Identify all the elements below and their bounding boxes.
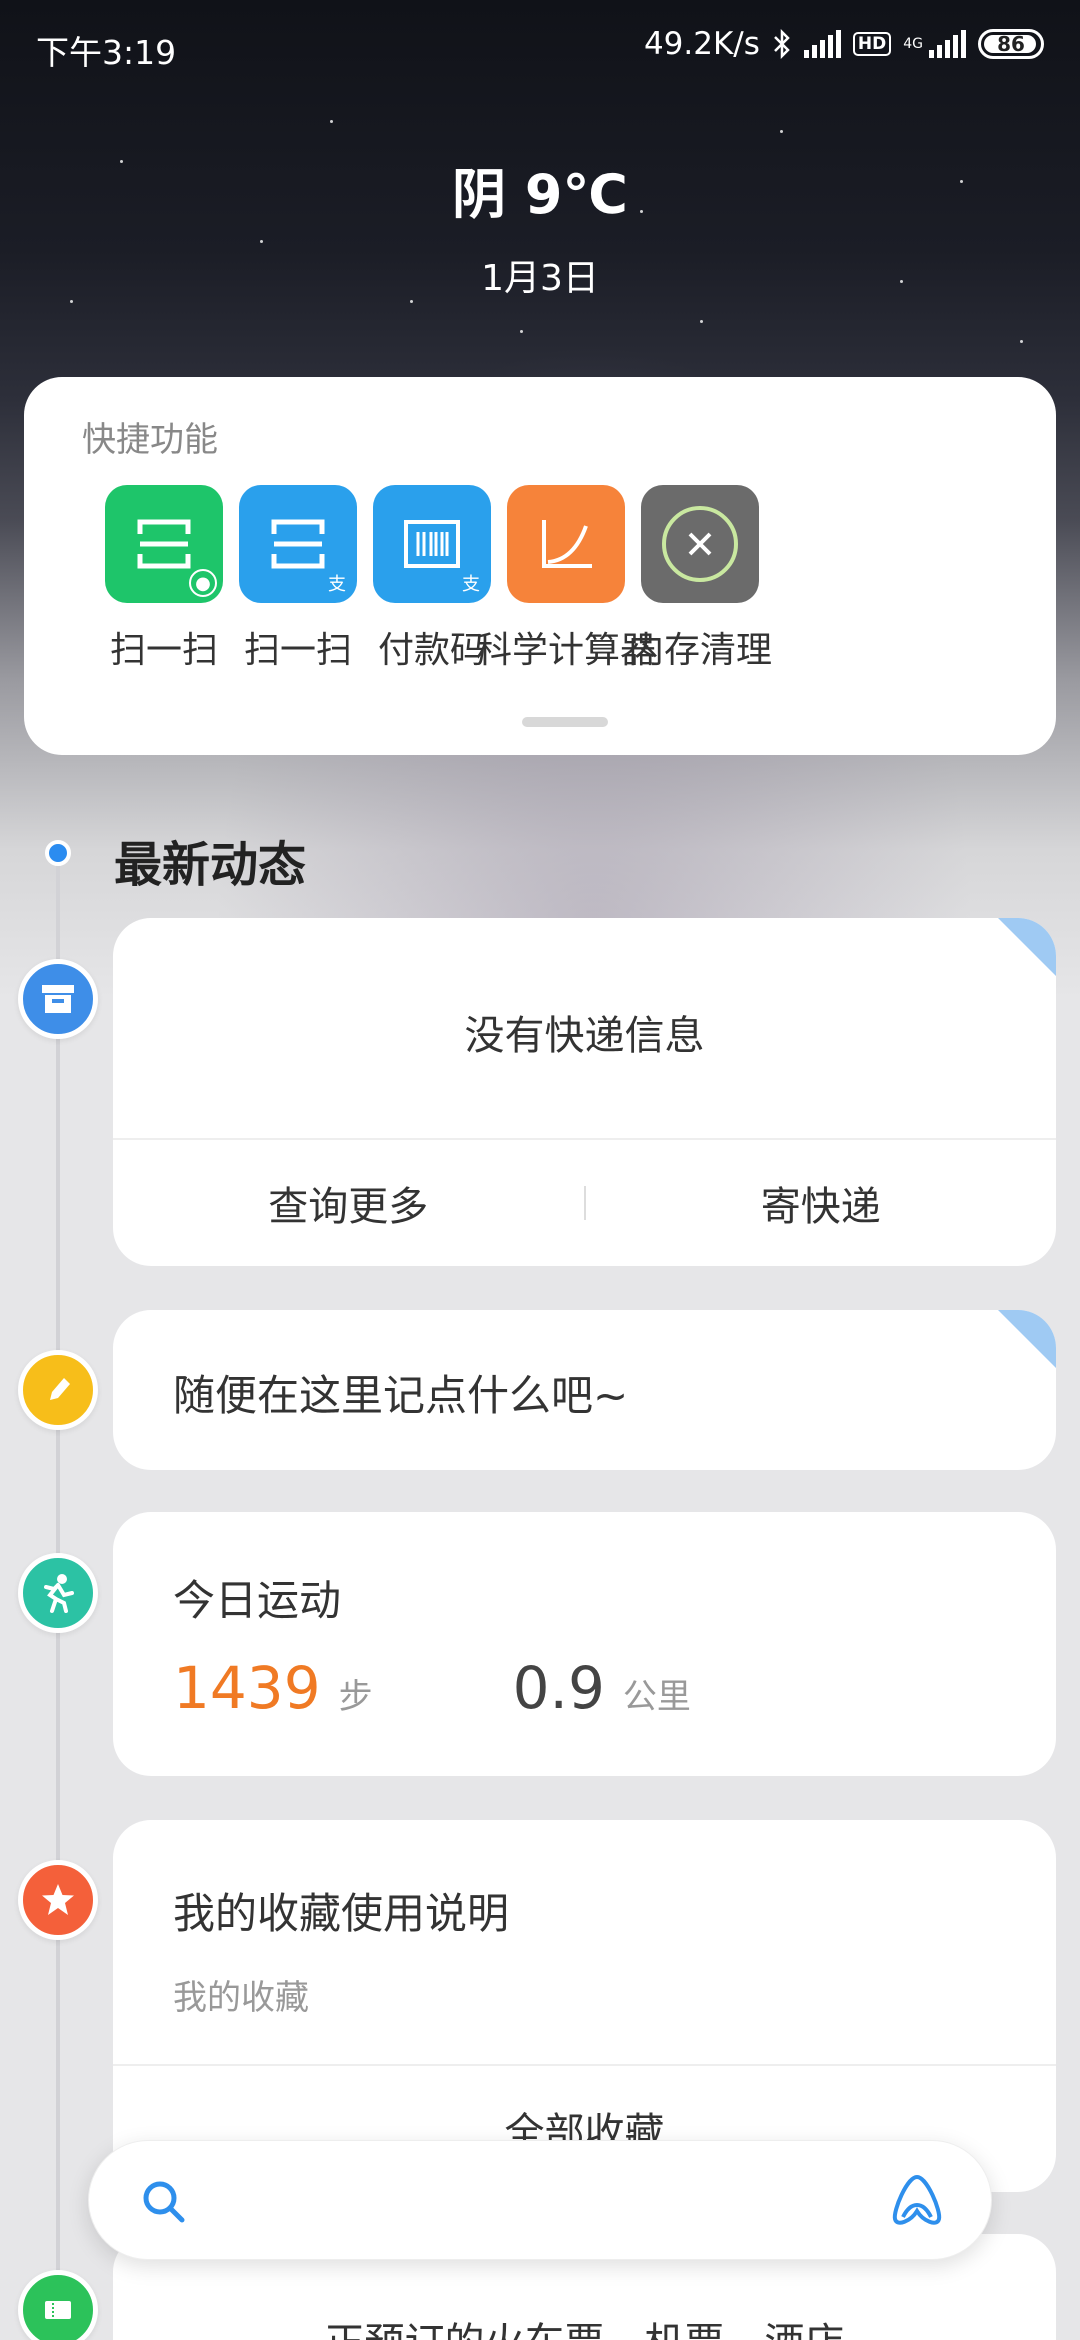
network-type: 4G (903, 36, 923, 52)
bluetooth-icon (774, 29, 790, 59)
star (330, 120, 333, 123)
net-speed: 49.2K/s (643, 26, 760, 62)
search-input[interactable] (199, 2171, 839, 2231)
drag-handle[interactable] (522, 717, 608, 727)
status-time: 下午3:19 (36, 33, 177, 72)
wechat-badge-icon: ● (189, 569, 217, 597)
running-icon (18, 1553, 98, 1633)
query-more-button[interactable]: 查询更多 (113, 1174, 584, 1232)
favorites-card[interactable]: 我的收藏使用说明 我的收藏 全部收藏 (113, 1820, 1056, 2192)
weather-temp: 阴 9℃ (452, 163, 628, 226)
star (520, 330, 523, 333)
distance-unit: 公里 (622, 1677, 691, 1717)
status-icons: 49.2K/s HD 4G 86 (644, 26, 1044, 62)
sport-title: 今日运动 (173, 1576, 342, 1625)
star (700, 320, 703, 323)
express-card: 没有快递信息 查询更多 寄快递 (113, 918, 1056, 1266)
voice-assistant-icon[interactable] (885, 2171, 949, 2231)
express-box-icon (18, 959, 98, 1039)
alipay-scan-icon: 支 (239, 485, 357, 603)
divider (113, 2064, 1056, 2066)
alipay-badge-icon: 支 (462, 574, 480, 595)
note-placeholder: 随便在这里记点什么吧~ (173, 1371, 629, 1420)
sport-stats: 1439 步 0.9 公里 (173, 1654, 691, 1722)
timeline-dot (45, 840, 71, 866)
corner-marker (998, 1310, 1056, 1368)
signal-icon (803, 30, 841, 58)
alipay-paycode-icon: 支 (373, 485, 491, 603)
note-card[interactable]: 随便在这里记点什么吧~ (113, 1310, 1056, 1470)
status-bar: 下午3:19 49.2K/s HD 4G 86 (0, 0, 1080, 95)
corner-marker (998, 918, 1056, 976)
search-icon (143, 2181, 185, 2223)
weather-widget[interactable]: 阴 9℃ 1月3日 (0, 150, 1080, 301)
star (780, 130, 783, 133)
distance-value: 0.9 (512, 1654, 605, 1722)
search-bar[interactable] (88, 2140, 992, 2260)
feed-title: 最新动态 (114, 837, 307, 893)
steps-value: 1439 (173, 1654, 321, 1722)
pencil-icon (18, 1350, 98, 1430)
star (1020, 340, 1023, 343)
calculator-icon (507, 485, 625, 603)
sport-card[interactable]: 今日运动 1439 步 0.9 公里 (113, 1512, 1056, 1776)
signal-icon-2 (929, 30, 966, 58)
star-icon (18, 1860, 98, 1940)
wechat-scan-icon: ● (105, 485, 223, 603)
weather-date: 1月3日 (481, 258, 599, 299)
quick-functions-card: 快捷功能 ● 扫一扫 支 扫一扫 支 付款码 科学计算器 内存清理 (24, 377, 1056, 755)
memory-clean-icon (641, 485, 759, 603)
express-message: 没有快递信息 (464, 1013, 705, 1059)
hd-badge: HD (852, 32, 892, 56)
favorites-subtitle: 我的收藏 (173, 1978, 309, 2018)
quick-item-label: 内存清理 (627, 630, 772, 671)
steps-unit: 步 (338, 1677, 373, 1717)
quick-item-memory-clean[interactable]: 内存清理 (600, 485, 800, 673)
ticket-text: 正预订的火车票、机票、酒店 (113, 2310, 1056, 2340)
ticket-icon (18, 2270, 98, 2340)
quick-functions-title: 快捷功能 (82, 420, 218, 460)
quick-functions-list: ● 扫一扫 支 扫一扫 支 付款码 科学计算器 内存清理 (24, 485, 1056, 673)
express-actions: 查询更多 寄快递 (113, 1140, 1056, 1266)
battery-level: 86 (997, 32, 1025, 56)
alipay-badge-icon: 支 (328, 574, 346, 595)
favorites-title: 我的收藏使用说明 (173, 1889, 510, 1938)
send-express-button[interactable]: 寄快递 (586, 1174, 1057, 1232)
battery-icon: 86 (978, 29, 1044, 59)
